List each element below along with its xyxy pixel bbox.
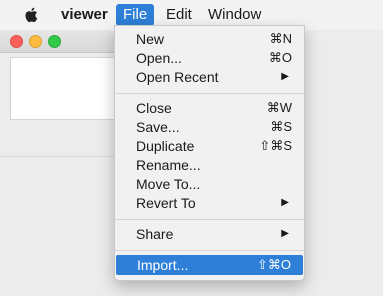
shortcut-label: ⌘N bbox=[269, 31, 292, 46]
app-name-menu[interactable]: viewer bbox=[61, 6, 108, 23]
menu-item-rename[interactable]: Rename... bbox=[115, 155, 304, 175]
menu-item-label: Save... bbox=[136, 119, 180, 135]
menu-file[interactable]: File bbox=[116, 4, 155, 26]
zoom-window-button[interactable] bbox=[48, 35, 61, 48]
menu-item-open-recent[interactable]: Open Recent ▶ bbox=[115, 67, 304, 87]
menu-window[interactable]: Window bbox=[208, 6, 261, 23]
menu-item-label: Move To... bbox=[136, 176, 201, 192]
close-window-button[interactable] bbox=[10, 35, 23, 48]
menu-item-open[interactable]: Open... ⌘O bbox=[115, 48, 304, 68]
shortcut-label: ⇧⌘O bbox=[256, 257, 291, 272]
apple-logo-icon[interactable] bbox=[24, 7, 38, 23]
menu-item-new[interactable]: New ⌘N bbox=[115, 29, 304, 49]
minimize-window-button[interactable] bbox=[29, 35, 42, 48]
menu-item-duplicate[interactable]: Duplicate ⇧⌘S bbox=[115, 136, 304, 156]
menu-item-label: New bbox=[136, 31, 165, 47]
menu-separator bbox=[115, 219, 304, 220]
menu-item-label: Revert To bbox=[136, 195, 196, 211]
shortcut-label: ⌘S bbox=[270, 119, 292, 134]
file-menu-dropdown: New ⌘N Open... ⌘O Open Recent ▶ Close ⌘W… bbox=[114, 25, 305, 281]
menu-item-move-to[interactable]: Move To... bbox=[115, 174, 304, 194]
menu-item-close[interactable]: Close ⌘W bbox=[115, 98, 304, 118]
menu-item-save[interactable]: Save... ⌘S bbox=[115, 117, 304, 137]
menu-item-label: Share bbox=[136, 226, 174, 242]
menu-item-revert-to[interactable]: Revert To ▶ bbox=[115, 193, 304, 213]
menu-separator bbox=[115, 250, 304, 251]
shortcut-label: ⌘W bbox=[266, 100, 292, 115]
menu-item-import[interactable]: Import... ⇧⌘O bbox=[116, 255, 303, 275]
triangle-right-icon: ▶ bbox=[281, 197, 289, 208]
menu-separator bbox=[115, 93, 304, 94]
menu-item-share[interactable]: Share ▶ bbox=[115, 224, 304, 244]
triangle-right-icon: ▶ bbox=[281, 71, 289, 82]
menu-item-label: Close bbox=[136, 100, 172, 116]
menu-item-label: Open... bbox=[136, 50, 182, 66]
triangle-right-icon: ▶ bbox=[281, 228, 289, 239]
menu-item-label: Open Recent bbox=[136, 69, 219, 85]
menu-item-label: Duplicate bbox=[136, 138, 195, 154]
menu-item-label: Rename... bbox=[136, 157, 201, 173]
shortcut-label: ⌘O bbox=[268, 50, 292, 65]
shortcut-label: ⇧⌘S bbox=[259, 138, 292, 153]
menu-item-label: Import... bbox=[137, 257, 189, 273]
menu-edit[interactable]: Edit bbox=[166, 6, 192, 23]
